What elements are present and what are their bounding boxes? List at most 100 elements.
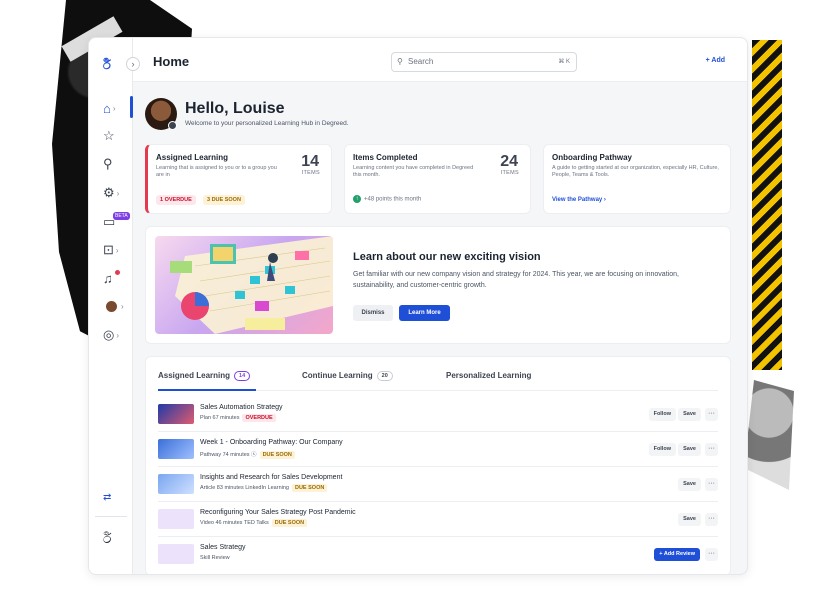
save-button[interactable]: Save xyxy=(678,513,701,526)
card-title: Onboarding Pathway xyxy=(552,153,633,162)
view-pathway-link[interactable]: View the Pathway › xyxy=(552,197,606,203)
bell-icon: ♫ xyxy=(103,270,113,286)
tab-personalized-learning[interactable]: Personalized Learning xyxy=(446,371,531,380)
item-meta: Plan 67 minutes OVERDUE xyxy=(200,414,276,422)
follow-button[interactable]: Follow xyxy=(648,408,676,421)
item-meta: Pathway 74 minutes ⓢ DUE SOON xyxy=(200,450,295,459)
degreed-logo-icon[interactable]: ර්‍ර xyxy=(103,57,111,73)
item-title[interactable]: Reconfiguring Your Sales Strategy Post P… xyxy=(200,509,356,516)
more-options-icon[interactable]: ··· xyxy=(705,548,718,561)
avatar-badge-icon xyxy=(168,121,177,130)
globe-icon: ◎ xyxy=(103,327,115,342)
sidebar-item-inbox[interactable]: ⊡ › xyxy=(103,242,123,258)
card-count: 24 xyxy=(500,153,518,170)
item-title[interactable]: Insights and Research for Sales Developm… xyxy=(200,474,342,481)
search-icon: ⚲ xyxy=(397,57,403,66)
sidebar-item-global[interactable]: ◎ › xyxy=(103,327,123,343)
inbox-icon: ⊡ xyxy=(103,242,114,257)
degreed-footer-logo-icon[interactable]: ර්‍ර xyxy=(103,530,123,546)
dismiss-button[interactable]: Dismiss xyxy=(353,305,393,321)
item-title[interactable]: Sales Strategy xyxy=(200,544,246,551)
tab-continue-learning[interactable]: Continue Learning 20 xyxy=(302,371,393,381)
tab-count: 20 xyxy=(376,371,393,381)
save-button[interactable]: Save xyxy=(678,443,701,456)
list-item[interactable]: Sales Strategy Skill Review + Add Review… xyxy=(158,537,718,572)
sidebar-item-home[interactable]: ⌂ › xyxy=(103,100,123,116)
due-soon-badge[interactable]: 3 DUE SOON xyxy=(203,195,245,205)
divider xyxy=(95,516,127,517)
item-title[interactable]: Week 1 - Onboarding Pathway: Our Company xyxy=(200,439,343,446)
sidebar-item-switch[interactable]: ⇄ xyxy=(103,489,123,505)
onboarding-pathway-card[interactable]: Onboarding Pathway A guide to getting st… xyxy=(543,144,731,214)
items-completed-card[interactable]: Items Completed Learning content you hav… xyxy=(344,144,531,214)
greeting-subtitle: Welcome to your personalized Learning Hu… xyxy=(185,120,349,127)
more-options-icon[interactable]: ··· xyxy=(705,443,718,456)
item-meta: Skill Review xyxy=(200,555,230,561)
promo-title: Learn about our new exciting vision xyxy=(353,251,541,263)
background-decoration-crumpled xyxy=(744,380,794,490)
item-meta: Article 83 minutes LinkedIn Learning DUE … xyxy=(200,484,328,492)
more-options-icon[interactable]: ··· xyxy=(705,408,718,421)
sidebar-item-search[interactable]: ⚲ xyxy=(103,156,123,172)
swap-icon: ⇄ xyxy=(103,491,112,503)
list-item[interactable]: Week 1 - Onboarding Pathway: Our Company… xyxy=(158,432,718,467)
promo-banner: Learn about our new exciting vision Get … xyxy=(145,226,731,344)
status-badge: OVERDUE xyxy=(242,414,276,422)
learn-more-button[interactable]: Learn More xyxy=(399,305,450,321)
list-item[interactable]: Sales Automation Strategy Plan 67 minute… xyxy=(158,397,718,432)
gear-icon: ⚙ xyxy=(103,185,115,200)
active-tab-indicator xyxy=(158,389,256,391)
chevron-right-icon: › xyxy=(121,301,124,311)
promo-illustration xyxy=(155,236,333,334)
promo-description: Get familiar with our new company vision… xyxy=(353,271,679,289)
video-thumbnail-icon xyxy=(158,509,194,529)
background-decoration-right xyxy=(752,40,782,370)
home-icon: ⌂ xyxy=(103,100,111,116)
star-icon: ☆ xyxy=(103,128,115,143)
tab-assigned-learning[interactable]: Assigned Learning 14 xyxy=(158,371,251,381)
skill-tag-icon xyxy=(158,544,194,564)
avatar[interactable] xyxy=(106,301,117,312)
status-badge: DUE SOON xyxy=(259,451,295,459)
item-title[interactable]: Sales Automation Strategy xyxy=(200,404,283,411)
list-item[interactable]: Reconfiguring Your Sales Strategy Post P… xyxy=(158,502,718,537)
app-window: ර්‍ර › ⌂ › ☆ ⚲ ⚙ › ▭ BETA ⊡ › ♫ › ◎ › ⇄ ර්‍ර… xyxy=(88,37,748,575)
status-badge: DUE SOON xyxy=(271,519,308,527)
notification-dot xyxy=(115,270,120,275)
learning-list: Assigned Learning 14 Continue Learning 20 … xyxy=(145,356,731,574)
sidebar-item-profile-chevron[interactable]: › xyxy=(119,298,139,314)
greeting-title: Hello, Louise xyxy=(185,100,285,117)
search-input[interactable]: ⚲ Search ⌘ K xyxy=(391,52,577,72)
add-review-button[interactable]: + Add Review xyxy=(654,548,700,561)
sidebar-toggle-button[interactable]: › xyxy=(126,57,140,71)
save-button[interactable]: Save xyxy=(678,478,701,491)
card-description: A guide to getting started at our organi… xyxy=(552,165,719,178)
more-options-icon[interactable]: ··· xyxy=(705,478,718,491)
search-icon: ⚲ xyxy=(103,156,113,171)
item-thumbnail xyxy=(158,439,194,459)
list-item[interactable]: Insights and Research for Sales Developm… xyxy=(158,467,718,502)
sidebar-item-notifications[interactable]: ♫ xyxy=(103,270,123,286)
arrow-up-icon: ↑ xyxy=(353,195,361,203)
assigned-learning-card[interactable]: Assigned Learning Learning that is assig… xyxy=(145,144,332,214)
sidebar-item-favorites[interactable]: ☆ xyxy=(103,128,123,144)
item-meta: Video 46 minutes TED Talks DUE SOON xyxy=(200,519,308,527)
add-button[interactable]: + Add xyxy=(706,57,725,64)
card-unit: ITEMS xyxy=(301,170,320,176)
card-title: Items Completed xyxy=(353,153,418,162)
beta-badge: BETA xyxy=(113,212,130,220)
card-description: Learning that is assigned to you or to a… xyxy=(156,165,277,178)
search-shortcut: ⌘ K xyxy=(558,59,570,65)
page-title: Home xyxy=(153,54,190,69)
more-options-icon[interactable]: ··· xyxy=(705,513,718,526)
overdue-badge[interactable]: 1 OVERDUE xyxy=(156,195,196,205)
follow-button[interactable]: Follow xyxy=(648,443,676,456)
save-button[interactable]: Save xyxy=(678,408,701,421)
top-bar: Home ⚲ Search ⌘ K + Add xyxy=(133,38,747,82)
card-description: Learning content you have completed in D… xyxy=(353,165,474,178)
tab-count: 14 xyxy=(234,371,251,381)
sidebar-item-settings[interactable]: ⚙ › xyxy=(103,185,123,201)
search-placeholder: Search xyxy=(408,57,434,66)
item-thumbnail xyxy=(158,404,194,424)
sidebar-active-indicator xyxy=(130,96,133,118)
